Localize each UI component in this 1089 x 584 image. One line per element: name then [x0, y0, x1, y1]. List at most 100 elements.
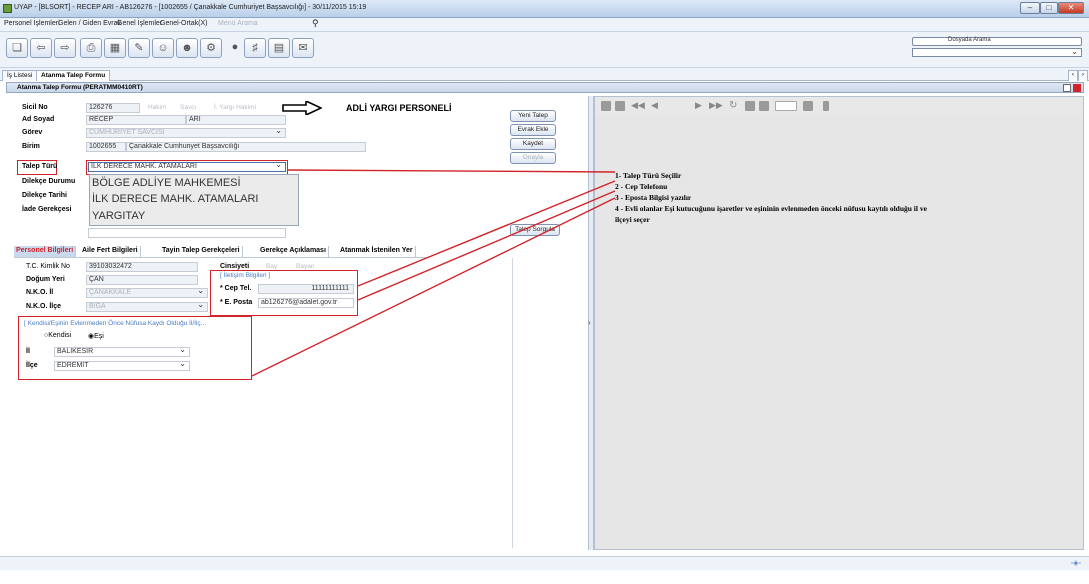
radio-savci[interactable]: Savcı	[180, 104, 196, 111]
tab-scroll-right-icon[interactable]: ›	[1078, 70, 1088, 81]
prev-page-icon[interactable]: ◀	[651, 101, 661, 111]
option-ilk-derece[interactable]: İLK DERECE MAHK. ATAMALARI	[92, 193, 258, 205]
adli-yargi-title: ADLİ YARGI PERSONELİ	[346, 103, 452, 113]
radio-hakim[interactable]: Hakim	[148, 104, 166, 111]
tab-tayin-talep-gerekceleri[interactable]: Tayin Talep Gerekçeleri	[160, 246, 243, 257]
tab-atanma-talep-formu[interactable]: Atanma Talep Formu	[36, 70, 111, 81]
tc-field[interactable]: 39103032472	[86, 262, 198, 272]
close-button[interactable]: ✕	[1058, 2, 1084, 14]
note-4: 4 - Evli olanlar Eşi kutucuğunu işaretle…	[615, 204, 927, 213]
radio-kendisi[interactable]: ○Kendisi	[44, 332, 71, 339]
cinsiyet-label: Cinsiyeti	[220, 263, 250, 270]
ad-field[interactable]: RECEP	[86, 115, 186, 125]
close-form-icon[interactable]	[1073, 84, 1081, 92]
iade-gerekcesi-label: İade Gerekçesi	[22, 206, 72, 213]
tab-is-listesi[interactable]: İş Listesi	[2, 70, 38, 81]
first-page-icon[interactable]: ◀◀	[631, 101, 645, 111]
status-indicator-icon: ◦◈◦	[1070, 560, 1081, 567]
radio-bay[interactable]: Bay	[266, 263, 277, 270]
grid-icon[interactable]: ▤	[268, 38, 290, 58]
ilce-label: İlçe	[26, 362, 38, 369]
evrak-ekle-button[interactable]: Evrak Ekle	[510, 124, 556, 136]
maximize-button[interactable]: □	[1040, 2, 1058, 14]
sicil-no-field[interactable]: 126276	[86, 103, 140, 113]
fit-icon[interactable]	[745, 101, 755, 111]
dosyada-arama-input[interactable]	[912, 37, 1082, 46]
back-doc-icon[interactable]: ⇦	[30, 38, 52, 58]
menu-genel-islemler[interactable]: Genel İşlemler	[117, 20, 162, 27]
record-icon[interactable]: ●	[224, 38, 246, 58]
chart-icon[interactable]: ♯	[244, 38, 266, 58]
panel-tab-bar: Personel Bilgileri Aile Fert Bilgileri T…	[14, 246, 426, 258]
arrow-annotation	[282, 99, 323, 117]
user-remove-icon[interactable]: ☻	[176, 38, 198, 58]
toolbar: ❏ ⇦ ⇨ ⎙ ▦ ✎ ☺ ☻ ⚙ ● ♯ ▤ ✉ Dosyada Arama	[0, 32, 1089, 68]
dosyada-arama-select[interactable]	[912, 47, 1082, 57]
viewer-print-icon[interactable]	[615, 101, 625, 111]
nufus-legend: [ Kendisi/Eşinin Evlenmeden Önce Nüfusa …	[24, 320, 207, 327]
radio-esi[interactable]: ◉Eşi	[88, 332, 104, 340]
viewer-printer-icon[interactable]	[803, 101, 813, 111]
kaydet-button[interactable]: Kaydet	[510, 138, 556, 150]
ad-soyad-label: Ad Soyad	[22, 116, 55, 123]
splitter-icon[interactable]: ›	[588, 318, 591, 327]
iade-gerekcesi-field[interactable]	[88, 228, 286, 238]
yeni-talep-button[interactable]: Yeni Talep	[510, 110, 556, 122]
menu-genel-ortak[interactable]: Genel-Ortak(X)	[160, 20, 207, 27]
next-page-icon[interactable]: ▶	[695, 101, 705, 111]
option-yargitay[interactable]: YARGITAY	[92, 210, 145, 222]
option-bolge-adliye[interactable]: BÖLGE ADLİYE MAHKEMESİ	[92, 177, 241, 189]
vertical-divider	[512, 258, 513, 548]
birim-kod-field[interactable]: 1002655	[86, 142, 126, 152]
zoom-field[interactable]	[775, 101, 797, 111]
chat-icon[interactable]: ✉	[292, 38, 314, 58]
last-page-icon[interactable]: ▶▶	[709, 101, 723, 111]
search-icon[interactable]: ⚲	[312, 18, 319, 29]
settings-icon[interactable]: ⚙	[200, 38, 222, 58]
refresh-icon[interactable]: ↻	[729, 101, 739, 111]
gorev-select[interactable]: CUMHURİYET SAVCISI	[86, 128, 286, 138]
cep-tel-field[interactable]: 11111111111	[258, 284, 354, 294]
tab-scroll-left-icon[interactable]: ‹	[1068, 70, 1078, 81]
viewer-user-icon[interactable]	[823, 101, 829, 111]
nko-il-select[interactable]: ÇANAKKALE	[86, 288, 208, 298]
tab-atanmak-istenilen-yer[interactable]: Atanmak İstenilen Yer	[338, 246, 416, 257]
forward-doc-icon[interactable]: ⇨	[54, 38, 76, 58]
sicil-no-label: Sicil No	[22, 104, 48, 111]
viewer-save-icon[interactable]	[601, 101, 611, 111]
note-2: 2 - Cep Telefonu	[615, 182, 668, 191]
tab-gerekce-aciklamasi[interactable]: Gerekçe Açıklaması	[258, 246, 329, 257]
birim-field[interactable]: Çanakkale Cumhuriyet Başsavcılığı	[126, 142, 366, 152]
talep-sorgula-button[interactable]: Talep Sorgula	[510, 224, 560, 236]
ilce-select[interactable]: EDREMİT	[54, 361, 190, 371]
onayla-button[interactable]: Onayla	[510, 152, 556, 164]
calculator-icon[interactable]: ▦	[104, 38, 126, 58]
cep-tel-label: * Cep Tel.	[220, 285, 252, 292]
tab-personel-bilgileri[interactable]: Personel Bilgileri	[14, 246, 77, 257]
eposta-label: * E. Posta	[220, 299, 253, 306]
gorev-label: Görev	[22, 129, 43, 136]
menu-personel-islemleri[interactable]: Personel İşlemleri	[4, 20, 60, 27]
soyad-field[interactable]: ARI	[186, 115, 286, 125]
radio-idari-yargi[interactable]: İ. Yargı Hakimi	[214, 104, 256, 111]
talep-turu-select[interactable]: İLK DERECE MAHK. ATAMALARI	[88, 162, 286, 172]
esi-label: Eşi	[94, 333, 104, 340]
app-icon	[3, 4, 12, 13]
tab-aile-fert-bilgileri[interactable]: Aile Fert Bilgileri	[80, 246, 141, 257]
menu-gelen-giden-evrak[interactable]: Gelen / Giden Evrak	[58, 20, 121, 27]
dogum-yeri-field[interactable]: ÇAN	[86, 275, 198, 285]
eposta-field[interactable]: ab126276@adalet.gov.tr	[258, 298, 354, 308]
restore-form-icon[interactable]	[1063, 84, 1071, 92]
form-header: Atanma Talep Formu (PERATMM0410RT)	[6, 82, 1084, 93]
grid-view-icon[interactable]	[759, 101, 769, 111]
print-icon[interactable]: ⎙	[80, 38, 102, 58]
menu-arama-input[interactable]: Menü Arama	[218, 20, 258, 27]
folder-icon[interactable]: ❏	[6, 38, 28, 58]
nko-ilce-select[interactable]: BİGA	[86, 302, 208, 312]
user-add-icon[interactable]: ☺	[152, 38, 174, 58]
radio-bayan[interactable]: Bayan	[296, 263, 314, 270]
pen-icon[interactable]: ✎	[128, 38, 150, 58]
birim-label: Birim	[22, 143, 40, 150]
il-select[interactable]: BALIKESİR	[54, 347, 190, 357]
minimize-button[interactable]: –	[1020, 2, 1040, 14]
